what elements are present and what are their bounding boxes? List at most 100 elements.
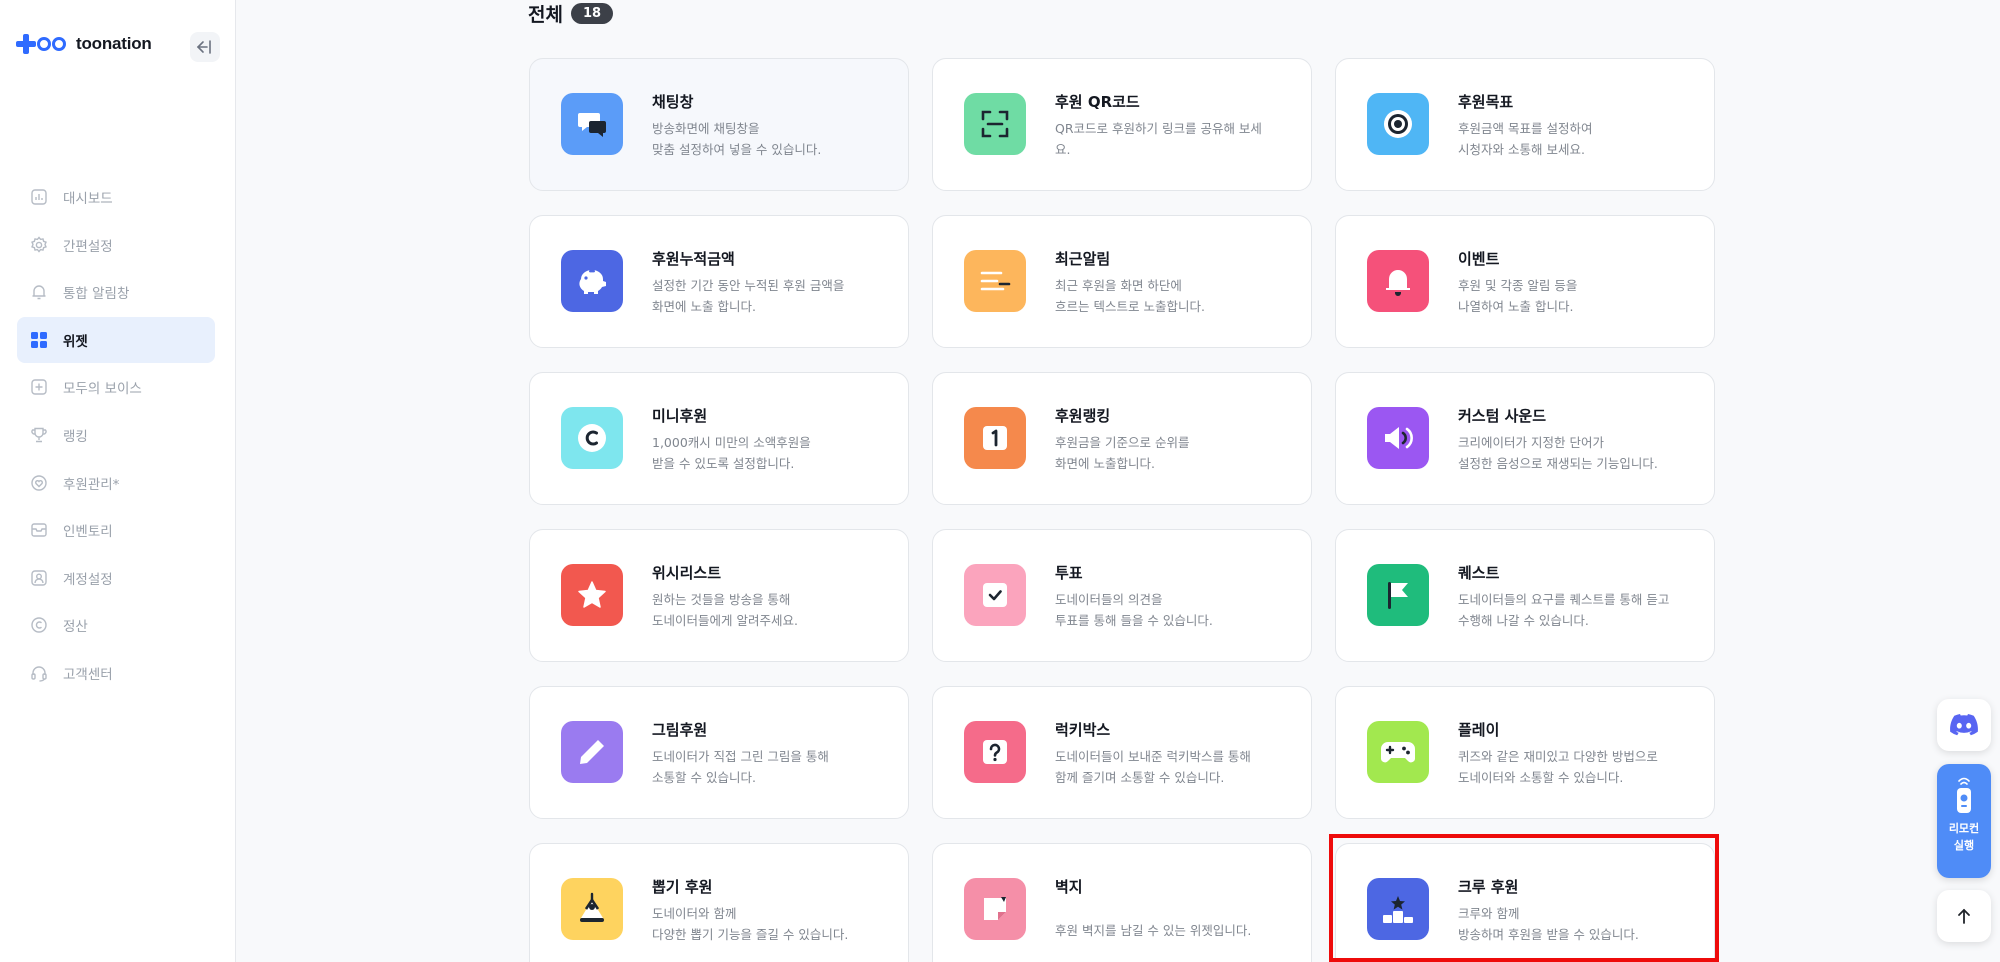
widget-card[interactable]: 뽑기 후원도네이터와 함께 다양한 뽑기 기능을 즐길 수 있습니다. [529,843,909,962]
widget-description: 도네이터가 직접 그린 그림을 통해 소통할 수 있습니다. [652,749,829,785]
widget-description: 도네이터들의 의견을 투표를 통해 들을 수 있습니다. [1055,592,1213,628]
speaker-icon [1367,407,1429,469]
widget-title: 후원 QR코드 [1055,93,1140,111]
widget-card[interactable]: 커스텀 사운드 크리에이터가 지정한 단어가 설정한 음성으로 재생되는 기능입니다… [1335,372,1715,505]
podium-icon [1367,878,1429,940]
widget-card[interactable]: 벽지 후원 벽지를 남길 수 있는 위젯입니다. [932,843,1312,962]
widget-card[interactable]: 크루 후원 크루와 함께 방송하며 후원을 받을 수 있습니다. [1335,843,1715,962]
widget-card[interactable]: 후원랭킹 후원금을 기준으로 순위를 화면에 노출합니다. [932,372,1312,505]
widget-title: 미니후원 [652,407,708,425]
widget-card[interactable]: 투표도네이터들의 의견을 투표를 통해 들을 수 있습니다. [932,529,1312,662]
gear-icon [29,235,49,255]
widget-title: 이벤트 [1458,250,1500,268]
sidebar-item-8[interactable]: 계정설정 [17,555,215,601]
toonation-logo[interactable]: toonation [16,34,152,54]
sidebar-item-9[interactable]: 정산 [17,602,215,648]
sidebar-item-label: 통합 알림창 [63,286,130,303]
brand-name: toonation [76,34,152,53]
widget-title: 투표 [1055,564,1083,582]
widget-card[interactable]: 후원누적금액 설정한 기간 동안 누적된 후원 금액을 화면에 노출 합니다. [529,215,909,348]
widget-card[interactable]: 후원목표후원금액 목표를 설정하여 시청자와 소통해 보세요. [1335,58,1715,191]
sidebar-item-10[interactable]: 고객센터 [17,650,215,696]
widget-card[interactable]: 이벤트후원 및 각종 알림 등을 나열하여 노출 합니다. [1335,215,1715,348]
main-content: 전체 18 채팅창 방송화면에 채팅창을 맞춤 설정하여 넣을 수 있습니다. 후원 … [236,0,2000,962]
heart-icon [29,473,49,493]
sidebar-item-5[interactable]: 랭킹 [17,412,215,458]
sidebar: toonation 대시보드 간편설정통합 알림창위젯모두의 보이스랭킹후원관리*… [0,0,236,962]
widget-title: 뽑기 후원 [652,878,713,896]
flag-icon [1367,564,1429,626]
voice-icon [29,377,49,397]
widget-description: 도네이터와 함께 다양한 뽑기 기능을 즐길 수 있습니다. [652,906,849,942]
chat-icon [561,93,623,155]
sidebar-nav: 대시보드 간편설정통합 알림창위젯모두의 보이스랭킹후원관리* 인벤토리계정설정정산… [17,174,215,698]
scroll-to-top-button[interactable] [1937,890,1991,942]
widget-card[interactable]: 미니후원 1,000캐시 미만의 소액후원을 받을 수 있도록 설정합니다. [529,372,909,505]
target-icon [1367,93,1429,155]
user-icon [29,568,49,588]
coin-icon [561,407,623,469]
sidebar-item-0[interactable]: 대시보드 [17,174,215,220]
collapse-sidebar-icon [196,40,211,54]
widget-description: 도네이터들이 보내준 럭키박스를 통해 함께 즐기며 소통할 수 있습니다. [1055,749,1251,785]
question-box-icon [964,721,1026,783]
discord-icon [1950,714,1978,736]
widget-grid: 채팅창 방송화면에 채팅창을 맞춤 설정하여 넣을 수 있습니다. 후원 QR코드 QR… [529,58,1715,962]
widget-title: 벽지 [1055,878,1083,896]
widget-description: QR코드로 후원하기 링크를 공유해 보세 요. [1055,121,1262,157]
gamepad-icon [1367,721,1429,783]
sidebar-collapse-button[interactable] [190,32,220,62]
widget-description: 최근 후원을 화면 하단에 흐르는 텍스트로 노출합니다. [1055,278,1205,314]
widget-title: 후원누적금액 [652,250,735,268]
inventory-icon [29,520,49,540]
sidebar-item-label: 인벤토리 [63,524,113,541]
widget-description: 후원금액 목표를 설정하여 시청자와 소통해 보세요. [1458,121,1593,157]
widget-description: 후원 및 각종 알림 등을 나열하여 노출 합니다. [1458,278,1578,314]
sidebar-item-1[interactable]: 간편설정 [17,222,215,268]
sidebar-item-label: 계정설정 [63,571,113,588]
toonation-logo-mark-icon [16,34,66,54]
copyright-icon [29,615,49,635]
sidebar-item-label: 모두의 보이스 [63,381,142,398]
widget-grid-icon [29,330,49,350]
piggy-bank-icon [561,250,623,312]
widget-card[interactable]: 위시리스트원하는 것들을 방송을 통해 도네이터들에게 알려주세요. [529,529,909,662]
star-icon [561,564,623,626]
bell-icon [1367,250,1429,312]
widget-title: 후원목표 [1458,93,1514,111]
section-title: 전체 [528,4,563,26]
qr-scan-icon [964,93,1026,155]
widget-card[interactable]: 플레이 퀴즈와 같은 재미있고 다양한 방법으로 도네이터와 소통할 수 있습니다. [1335,686,1715,819]
pencil-icon [561,721,623,783]
widget-card[interactable]: 그림후원 도네이터가 직접 그린 그림을 통해 소통할 수 있습니다. [529,686,909,819]
dashboard-icon [29,187,49,207]
sidebar-item-6[interactable]: 후원관리* [17,460,215,506]
widget-card[interactable]: 퀘스트 도네이터들의 요구를 퀘스트를 통해 듣고 수행해 나갈 수 있습니다. [1335,529,1715,662]
sticky-note-icon [964,878,1026,940]
widget-card[interactable]: 후원 QR코드 QR코드로 후원하기 링크를 공유해 보세 요. [932,58,1312,191]
remote-control-button[interactable]: 리모컨 실행 [1937,764,1991,878]
sidebar-item-label: 위젯 [63,333,88,350]
widget-card[interactable]: 럭키박스도네이터들이 보내준 럭키박스를 통해 함께 즐기며 소통할 수 있습니다… [932,686,1312,819]
widget-description: 도네이터들의 요구를 퀘스트를 통해 듣고 수행해 나갈 수 있습니다. [1458,592,1670,628]
headset-icon [29,663,49,683]
widget-card[interactable]: 채팅창 방송화면에 채팅창을 맞춤 설정하여 넣을 수 있습니다. [529,58,909,191]
sidebar-item-label: 랭킹 [63,428,88,445]
widget-description: 원하는 것들을 방송을 통해 도네이터들에게 알려주세요. [652,592,798,628]
widget-description: 1,000캐시 미만의 소액후원을 받을 수 있도록 설정합니다. [652,435,811,471]
widget-description: 퀴즈와 같은 재미있고 다양한 방법으로 도네이터와 소통할 수 있습니다. [1458,749,1658,785]
widget-title: 럭키박스 [1055,721,1111,739]
widget-count-badge: 18 [570,3,614,24]
sidebar-item-7[interactable]: 인벤토리 [17,507,215,553]
widget-title: 후원랭킹 [1055,407,1111,425]
discord-button[interactable] [1937,699,1991,751]
sidebar-item-3[interactable]: 위젯 [17,316,215,363]
widget-title: 채팅창 [652,93,694,111]
widget-description: 크루와 함께 방송하며 후원을 받을 수 있습니다. [1458,906,1639,942]
widget-description: 크리에이터가 지정한 단어가 설정한 음성으로 재생되는 기능입니다. [1458,435,1658,471]
widget-title: 위시리스트 [652,564,722,582]
rank-one-icon [964,407,1026,469]
sidebar-item-4[interactable]: 모두의 보이스 [17,364,215,410]
sidebar-item-2[interactable]: 통합 알림창 [17,269,215,315]
widget-card[interactable]: 최근알림 최근 후원을 화면 하단에 흐르는 텍스트로 노출합니다. [932,215,1312,348]
